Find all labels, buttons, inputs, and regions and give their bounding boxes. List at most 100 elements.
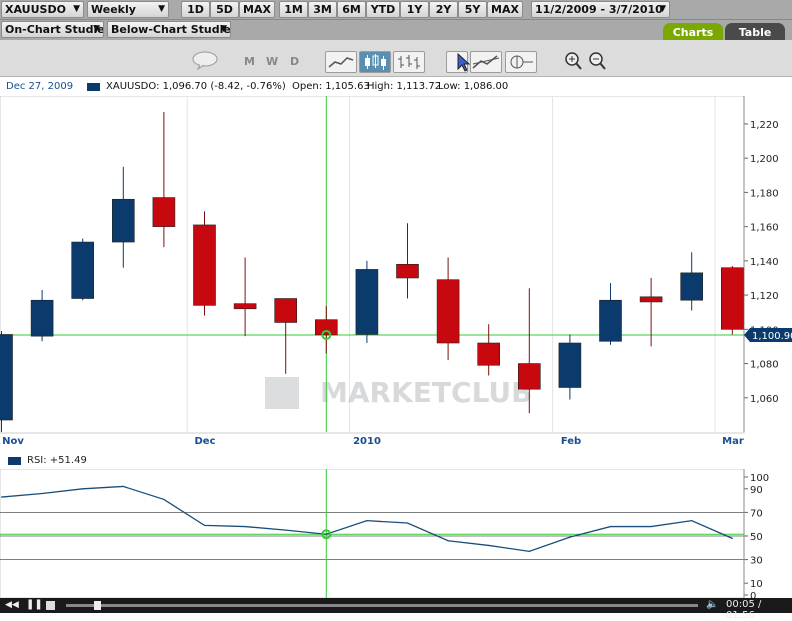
y-tick-label: 1,160 — [750, 223, 779, 234]
y-tick-label: 1,080 — [750, 360, 779, 371]
rsi-title: RSI: +51.49 — [27, 455, 87, 466]
range-1y-button[interactable]: 1Y — [400, 1, 429, 18]
range-1d-button[interactable]: 1D — [181, 1, 210, 18]
quote-info-bar: Dec 27, 2009 XAUUSDO: 1,096.70 (-8.42, -… — [0, 78, 792, 96]
y-tick-label: 1,140 — [750, 257, 779, 268]
y-tick-label: 1,180 — [750, 188, 779, 199]
range-5y-button[interactable]: 5Y — [458, 1, 487, 18]
below-chart-studies-label: Below-Chart Studies — [111, 23, 231, 36]
candle — [720, 266, 744, 335]
rsi-point — [731, 537, 733, 539]
rsi-point — [325, 533, 327, 535]
range-max-button[interactable]: MAX — [487, 1, 523, 18]
on-chart-studies-dropdown[interactable]: On-Chart Studies ▼ — [1, 21, 104, 38]
range-6m-button[interactable]: 6M — [337, 1, 366, 18]
series-swatch — [87, 83, 100, 91]
rsi-point — [447, 540, 449, 542]
rsi-point — [528, 550, 530, 552]
zoom-out-icon[interactable] — [582, 51, 606, 73]
symbol-dropdown[interactable]: XAUUSDO ▼ — [1, 1, 84, 18]
rsi-point — [609, 525, 612, 528]
chevron-down-icon: ▼ — [73, 4, 80, 14]
rsi-point — [0, 496, 3, 498]
range-1m-button[interactable]: 1M — [279, 1, 308, 18]
volume-icon[interactable]: 🔈 — [706, 599, 718, 610]
pointer-icon[interactable] — [446, 51, 471, 73]
rsi-y-tick-label: 90 — [750, 485, 763, 496]
candle-body — [314, 319, 338, 336]
rsi-point — [366, 520, 368, 522]
on-chart-studies-label: On-Chart Studies — [5, 23, 104, 36]
x-tick-label: 2010 — [353, 436, 381, 447]
symbol-label: XAUUSDO — [5, 3, 66, 16]
candle-body — [30, 299, 54, 337]
top-toolbar: XAUUSDO ▼ Weekly ▼ 1D 5D MAX 1M 3M 6M YT… — [0, 0, 792, 20]
candle — [355, 260, 379, 344]
range-5d-button[interactable]: 5D — [210, 1, 239, 18]
candle-body — [517, 363, 541, 390]
zoom-in-icon[interactable] — [558, 51, 582, 73]
rsi-point — [244, 525, 246, 528]
range-3m-button[interactable]: 3M — [308, 1, 337, 18]
player-time: 00:05 / 01:56 — [726, 599, 762, 621]
candle-body — [355, 269, 379, 335]
comment-icon[interactable] — [190, 50, 218, 72]
weekly-w-button[interactable]: W — [266, 55, 278, 68]
range-2y-button[interactable]: 2Y — [429, 1, 458, 18]
candle-body — [193, 224, 216, 306]
range-ytd-button[interactable]: YTD — [366, 1, 400, 18]
rsi-point — [569, 536, 571, 538]
candle — [0, 331, 13, 432]
rsi-point — [650, 525, 652, 528]
candle — [193, 211, 216, 316]
watermark-text: MARKETCLUB — [320, 376, 533, 409]
rsi-point — [163, 498, 165, 501]
candle-body — [274, 298, 298, 323]
range-max-intraday-button[interactable]: MAX — [239, 1, 275, 18]
date-range-label: 11/2/2009 - 3/7/2010 — [535, 3, 663, 16]
candle-body — [639, 296, 663, 303]
rsi-swatch — [8, 457, 21, 465]
candle-body — [477, 342, 501, 366]
rsi-point — [122, 485, 124, 488]
candle — [71, 238, 94, 301]
rewind-icon[interactable]: ◀◀ — [5, 600, 19, 610]
monthly-m-button[interactable]: M — [244, 55, 255, 68]
ohlc-bar-chart-icon[interactable] — [393, 51, 425, 73]
date-range-dropdown[interactable]: 11/2/2009 - 3/7/2010 ▼ — [531, 1, 670, 18]
rsi-y-tick-label: 50 — [750, 532, 763, 543]
candle-body — [152, 197, 176, 227]
candle-body — [599, 299, 622, 342]
below-chart-studies-dropdown[interactable]: Below-Chart Studies ▼ — [107, 21, 231, 38]
candlestick-chart-icon[interactable] — [359, 51, 391, 73]
last-price-label: 1,100.90 — [752, 331, 792, 342]
candle-body — [71, 241, 94, 299]
x-tick-label: Nov — [2, 436, 24, 447]
rsi-point — [488, 544, 490, 547]
pause-icon[interactable]: ❚❚ — [26, 599, 43, 610]
rsi-y-tick-label: 70 — [750, 508, 763, 519]
candle-body — [0, 334, 13, 421]
candle-body — [436, 279, 460, 344]
line-chart-icon[interactable] — [325, 51, 357, 73]
progress-track[interactable] — [66, 604, 698, 607]
y-tick-label: 1,060 — [750, 394, 779, 405]
trendline-icon[interactable] — [470, 51, 502, 73]
stop-icon[interactable] — [46, 601, 55, 610]
x-tick-label: Dec — [194, 436, 215, 447]
info-symbol-quote: XAUUSDO: 1,096.70 (-8.42, -0.76%) — [106, 81, 286, 92]
price-chart[interactable]: 1,0601,0801,1001,1201,1401,1601,1801,200… — [0, 96, 792, 451]
candle-body — [233, 303, 257, 310]
daily-d-button[interactable]: D — [290, 55, 299, 68]
x-tick-label: Mar — [722, 436, 744, 447]
progress-handle[interactable] — [94, 601, 101, 610]
rsi-chart[interactable]: 010 30 50 70 90100 — [0, 469, 792, 598]
rsi-y-tick-label: 0 — [750, 591, 756, 598]
period-dropdown[interactable]: Weekly ▼ — [87, 1, 169, 18]
info-low: Low: 1,086.00 — [438, 81, 509, 92]
annotation-icon[interactable] — [505, 51, 537, 73]
rsi-point — [82, 488, 84, 490]
rsi-plot-area — [0, 469, 745, 598]
y-tick-label: 1,120 — [750, 291, 779, 302]
info-date: Dec 27, 2009 — [6, 81, 74, 92]
